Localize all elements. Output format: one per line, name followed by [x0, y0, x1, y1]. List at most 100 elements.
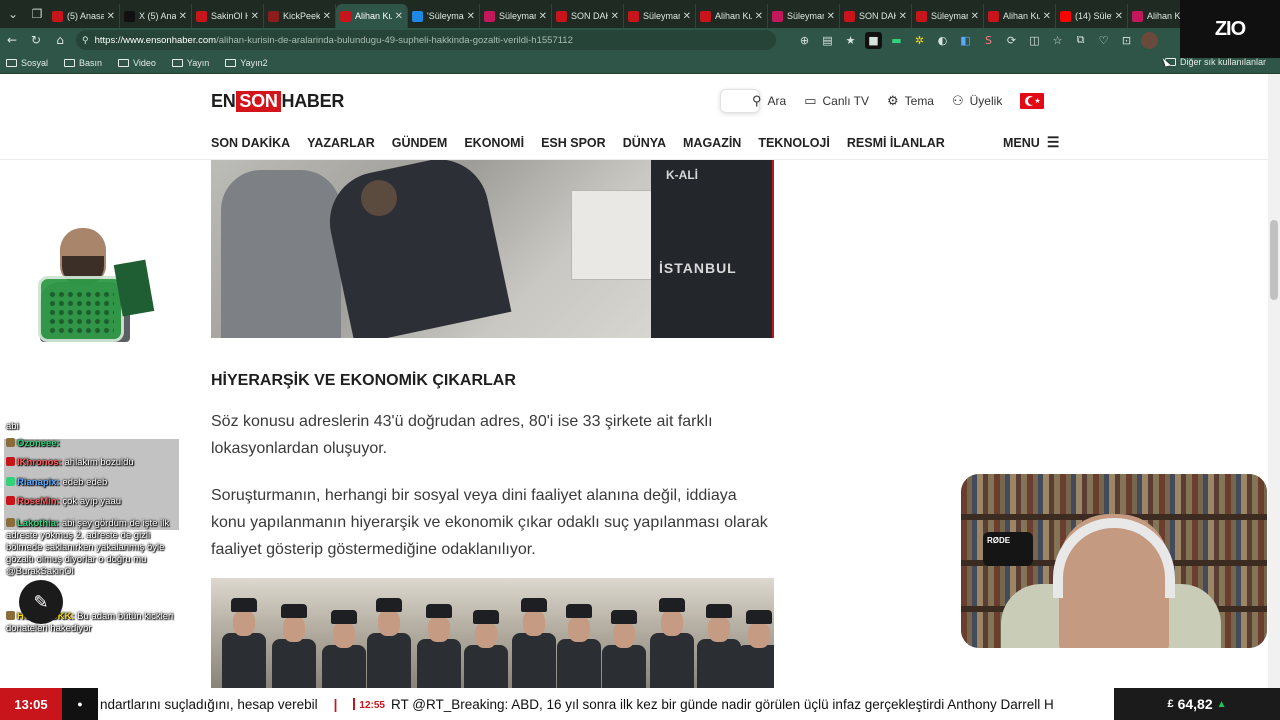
search-button[interactable]: ⚲ Ara: [752, 93, 786, 109]
close-icon[interactable]: ✕: [899, 11, 907, 22]
zoom-icon[interactable]: ⊕: [796, 32, 813, 49]
home-icon[interactable]: ⌂: [48, 28, 72, 52]
close-icon[interactable]: ✕: [1043, 11, 1051, 22]
tab-title: (14) Süley: [1075, 11, 1112, 21]
extension-icon[interactable]: S: [980, 32, 997, 49]
back-icon[interactable]: ←: [0, 28, 24, 52]
ticker-headline: RT @RT_Breaking: ABD, 16 yıl sonra ilk k…: [391, 696, 1054, 712]
browser-tab[interactable]: Alihan Ku✕: [696, 4, 768, 28]
nav-item-yazarlar[interactable]: YAZARLAR: [307, 136, 375, 150]
split-view-icon[interactable]: ◫: [1026, 32, 1043, 49]
tab-favicon-icon: [484, 10, 495, 22]
close-icon[interactable]: ✕: [107, 11, 115, 22]
close-icon[interactable]: ✕: [251, 11, 259, 22]
tab-favicon-icon: [412, 10, 423, 22]
nav-item-teknoloji[interactable]: TEKNOLOJİ: [758, 136, 830, 150]
bookmarks-bar: Sosyal Basın Video Yayın Yayın2 Diğer sı…: [0, 52, 1280, 74]
stream-logo: ZIO: [1180, 0, 1280, 58]
tab-list-icon[interactable]: ⌄: [0, 0, 26, 28]
close-icon[interactable]: ✕: [827, 11, 835, 22]
browser-tab[interactable]: Süleyman ✕: [480, 4, 552, 28]
close-icon[interactable]: ✕: [1115, 11, 1123, 22]
article-paragraph: Soruşturmanın, herhangi bir sosyal veya …: [211, 487, 768, 558]
close-icon[interactable]: ✕: [395, 11, 403, 22]
menu-button[interactable]: MENU ☰: [1003, 134, 1059, 151]
reload-icon[interactable]: ↻: [24, 28, 48, 52]
close-icon[interactable]: ✕: [683, 11, 691, 22]
puzzle-icon[interactable]: ⟳: [1003, 32, 1020, 49]
bookmark-folder[interactable]: Yayın2: [225, 58, 268, 68]
other-bookmarks[interactable]: Diğer sık kullanılanlar: [1164, 57, 1266, 67]
nav-item-dunya[interactable]: DÜNYA: [623, 136, 666, 150]
browser-tab[interactable]: 'Süleyman✕: [408, 4, 480, 28]
collections-icon[interactable]: ⧉: [1072, 32, 1089, 49]
browser-tab[interactable]: SON DAK ✕: [552, 4, 624, 28]
site-logo[interactable]: EN SON HABER: [211, 90, 344, 112]
star-icon[interactable]: ★: [842, 32, 859, 49]
nav-item-magazin[interactable]: MAGAZİN: [683, 136, 741, 150]
tab-title: SakinOl H: [211, 11, 248, 21]
bookmark-folder[interactable]: Yayın: [171, 58, 209, 68]
chat-username[interactable]: Rianapix:: [17, 477, 60, 488]
theme-toggle[interactable]: ⚙ Tema: [887, 93, 934, 109]
close-icon[interactable]: ✕: [179, 11, 187, 22]
extension-icon[interactable]: ◧: [957, 32, 974, 49]
url-domain: https://www.ensonhaber.com: [94, 34, 217, 46]
browser-tab[interactable]: KickPeek ✕: [264, 4, 336, 28]
browser-tab[interactable]: Süleyman ✕: [768, 4, 840, 28]
browser-tab[interactable]: (5) Anasay✕: [48, 4, 120, 28]
folder-icon: [118, 58, 130, 67]
extension-icon[interactable]: ✲: [911, 32, 928, 49]
nav-item-resmi-ilanlar[interactable]: RESMİ İLANLAR: [847, 136, 945, 150]
favorites-icon[interactable]: ☆: [1049, 32, 1066, 49]
bookmark-folder[interactable]: Sosyal: [6, 58, 48, 68]
tab-favicon-icon: [52, 10, 63, 22]
bookmark-label: Video: [133, 57, 156, 68]
turkey-flag-icon[interactable]: ★: [1020, 93, 1045, 109]
browser-tab[interactable]: (14) Süley✕: [1056, 4, 1128, 28]
bookmark-folder[interactable]: Basın: [64, 58, 102, 68]
extension-icon[interactable]: ■: [865, 31, 882, 49]
browser-tab[interactable]: X (5) Anasa✕: [120, 4, 192, 28]
nav-item-esh-spor[interactable]: ESH SPOR: [541, 136, 606, 150]
browser-tab[interactable]: SON DAK ✕: [840, 4, 912, 28]
tab-title: Alihan Ku: [1003, 11, 1040, 21]
chat-username[interactable]: Ozoneee:: [17, 438, 60, 449]
scrollbar-thumb[interactable]: [1270, 220, 1278, 300]
chat-username[interactable]: RoseMin:: [17, 496, 60, 507]
heart-icon[interactable]: ♡: [1095, 32, 1112, 49]
nav-item-son-dakika[interactable]: SON DAKİKA: [211, 136, 290, 150]
live-tv-link[interactable]: ▭ Canlı TV: [804, 93, 869, 109]
bookmark-folder[interactable]: Video: [118, 58, 156, 68]
browser-tab[interactable]: Alihan Ku✕: [984, 4, 1056, 28]
close-icon[interactable]: ✕: [971, 11, 979, 22]
browser-tab[interactable]: SakinOl H ✕: [192, 4, 264, 28]
close-icon[interactable]: ✕: [323, 11, 331, 22]
close-icon[interactable]: ✕: [755, 11, 763, 22]
browser-tab[interactable]: Alihan Ku✕: [336, 4, 408, 28]
avatar[interactable]: [1141, 31, 1158, 49]
workspaces-icon[interactable]: ❐: [26, 0, 48, 28]
pen-icon[interactable]: ✎: [19, 580, 63, 624]
reader-icon[interactable]: ▤: [819, 32, 836, 49]
browser-tab[interactable]: Süleyman ✕: [912, 4, 984, 28]
extension-icon[interactable]: ◐: [934, 32, 951, 49]
address-bar[interactable]: ⚲ https://www.ensonhaber.com/alihan-kuri…: [76, 30, 776, 50]
close-icon[interactable]: ✕: [467, 11, 475, 22]
chat-username[interactable]: Lakothia:: [17, 518, 59, 529]
nav-item-gundem[interactable]: GÜNDEM: [392, 136, 448, 150]
browser-tab[interactable]: Süleyman ✕: [624, 4, 696, 28]
chat-badge-icon: [6, 496, 15, 505]
theme-label: Tema: [904, 94, 934, 108]
close-icon[interactable]: ✕: [539, 11, 547, 22]
extension-icon[interactable]: ▬: [888, 32, 905, 49]
membership-link[interactable]: ⚇ Üyelik: [952, 93, 1002, 109]
nav-item-ekonomi[interactable]: EKONOMİ: [464, 136, 524, 150]
search-icon: ⚲: [752, 93, 762, 108]
downloads-icon[interactable]: ⊡: [1118, 32, 1135, 49]
page-scrollbar[interactable]: [1268, 74, 1280, 688]
close-icon[interactable]: ✕: [611, 11, 619, 22]
tab-title: Alihan Ku: [355, 11, 392, 21]
chat-username[interactable]: IKhronos:: [17, 457, 62, 468]
chat-message: Lakothia: abi şey gördüm de işte ilk adr…: [6, 518, 180, 578]
